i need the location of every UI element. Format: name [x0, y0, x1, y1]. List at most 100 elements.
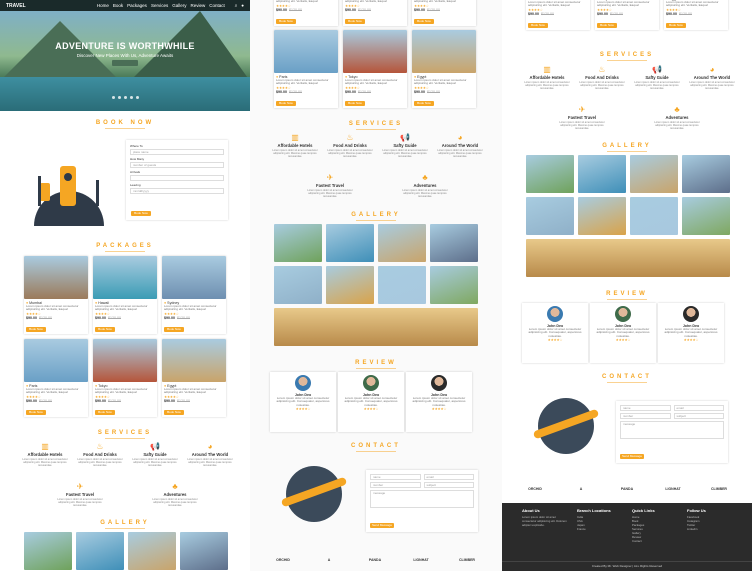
- package-book-button[interactable]: Book Now: [414, 101, 434, 106]
- review-stars: ★★★★☆: [615, 338, 631, 343]
- section-title-services: SERVICES: [0, 430, 250, 439]
- nav-packages[interactable]: Packages: [127, 3, 147, 8]
- plane-icon: ✈: [578, 105, 586, 114]
- gallery-image[interactable]: [682, 155, 730, 193]
- gallery-image[interactable]: [274, 224, 322, 262]
- search-icon[interactable]: ⌕: [235, 3, 238, 8]
- gallery-image[interactable]: [430, 224, 478, 262]
- package-card: ● TokyoLorem ipsum dolor sit amet consec…: [93, 339, 157, 417]
- gallery-image[interactable]: [578, 155, 626, 193]
- message-input[interactable]: message: [370, 490, 474, 508]
- send-message-button[interactable]: Send Message: [620, 454, 644, 459]
- price: $90.00: [345, 89, 356, 94]
- gallery-image[interactable]: [430, 266, 478, 304]
- package-book-button[interactable]: Book Now: [164, 327, 184, 332]
- arrival-input[interactable]: [130, 175, 224, 181]
- nav-review[interactable]: Review: [190, 3, 205, 8]
- footer-quick-link[interactable]: Contact: [632, 539, 677, 543]
- nav-book[interactable]: Book: [113, 3, 123, 8]
- subject-input[interactable]: subject: [673, 413, 724, 419]
- section-title-contact-3: CONTACT: [502, 374, 752, 383]
- gallery-image[interactable]: [630, 197, 678, 235]
- package-book-button[interactable]: Book Now: [345, 101, 365, 106]
- guests-input[interactable]: number of guests: [130, 162, 224, 168]
- gallery-image[interactable]: [682, 197, 730, 235]
- package-image: [24, 256, 88, 299]
- gallery-image[interactable]: [128, 532, 176, 570]
- message-input[interactable]: message: [620, 421, 724, 439]
- gallery-image[interactable]: [326, 266, 374, 304]
- old-price: $120.00: [289, 7, 302, 12]
- page-column-1: TRAVEL Home Book Packages Services Galle…: [0, 0, 250, 571]
- service-item: ▥ Affordable Hotels Lorem ipsum dolor sit …: [20, 443, 70, 468]
- package-book-button[interactable]: Book Now: [276, 101, 296, 106]
- gallery-image[interactable]: [526, 197, 574, 235]
- gallery-image[interactable]: [274, 308, 478, 346]
- service-item: 📢 Safty Guide Lorem ipsum dolor sit amet c…: [380, 134, 430, 159]
- footer-social-link[interactable]: Linkedin: [687, 527, 732, 531]
- gallery-image[interactable]: [378, 224, 426, 262]
- gallery-image[interactable]: [630, 155, 678, 193]
- package-book-button[interactable]: Book Now: [666, 23, 686, 28]
- hero-button[interactable]: [112, 60, 138, 66]
- subject-input[interactable]: subject: [423, 482, 474, 488]
- book-now-button[interactable]: Book Now: [131, 211, 151, 216]
- package-book-button[interactable]: Book Now: [95, 410, 115, 415]
- gallery-image[interactable]: [274, 266, 322, 304]
- nav-gallery[interactable]: Gallery: [172, 3, 186, 8]
- leaving-input[interactable]: mm/dd/yyyy: [130, 188, 224, 194]
- service-title: Around The World: [441, 143, 479, 148]
- package-book-button[interactable]: Book Now: [597, 23, 617, 28]
- old-price: $120.00: [427, 89, 440, 94]
- service-desc: Lorem ipsum dolor sit amet consectetur a…: [437, 149, 483, 158]
- name-input[interactable]: name: [370, 474, 421, 480]
- plane-icon: ✈: [326, 173, 334, 182]
- package-card: ● HawaiiLorem ipsum dolor sit amet conse…: [93, 256, 157, 334]
- service-title: Around The World: [191, 452, 229, 457]
- gallery-image[interactable]: [578, 197, 626, 235]
- package-book-button[interactable]: Book Now: [95, 327, 115, 332]
- review-text: Lorem ipsum dolor sit amet consectetur a…: [344, 396, 398, 407]
- package-card: ● HawaiiLorem ipsum dolor sit amet conse…: [343, 0, 407, 26]
- price: $90.00: [528, 11, 539, 16]
- where-input[interactable]: place name: [130, 149, 224, 155]
- gallery-image[interactable]: [180, 532, 228, 570]
- number-input[interactable]: number: [620, 413, 671, 419]
- contact-form: name email number subject message Send Mes…: [366, 470, 478, 532]
- gallery-image[interactable]: [526, 155, 574, 193]
- gallery-image[interactable]: [326, 224, 374, 262]
- number-input[interactable]: number: [370, 482, 421, 488]
- package-book-button[interactable]: Book Now: [414, 19, 434, 24]
- login-icon[interactable]: ●: [241, 3, 244, 8]
- package-book-button[interactable]: Book Now: [276, 19, 296, 24]
- package-desc: Lorem ipsum dolor sit amet consectetur a…: [276, 78, 329, 86]
- nav-services[interactable]: Services: [151, 3, 168, 8]
- price: $90.00: [414, 7, 425, 12]
- send-message-button[interactable]: Send Message: [370, 523, 394, 528]
- package-book-button[interactable]: Book Now: [26, 327, 46, 332]
- package-book-button[interactable]: Book Now: [164, 410, 184, 415]
- carousel-dots[interactable]: [112, 96, 139, 99]
- package-book-button[interactable]: Book Now: [345, 19, 365, 24]
- nav-contact[interactable]: Contact: [209, 3, 225, 8]
- section-title-contact-2: CONTACT: [250, 443, 502, 452]
- footer-branch-link[interactable]: France: [577, 527, 622, 531]
- service-desc: Lorem ipsum dolor sit amet consectetur a…: [634, 81, 680, 90]
- package-book-button[interactable]: Book Now: [26, 410, 46, 415]
- avatar: [295, 375, 311, 391]
- gallery-image[interactable]: [24, 532, 72, 570]
- service-item: ▥ Affordable Hotels Lorem ipsum dolor sit …: [270, 134, 320, 159]
- package-book-button[interactable]: Book Now: [528, 23, 548, 28]
- gallery-image[interactable]: [378, 266, 426, 304]
- logo[interactable]: TRAVEL: [6, 3, 26, 9]
- package-info: ● MumbaiLorem ipsum dolor sit amet conse…: [276, 0, 336, 12]
- gallery-image[interactable]: [76, 532, 124, 570]
- email-input[interactable]: email: [423, 474, 474, 480]
- nav-home[interactable]: Home: [97, 3, 109, 8]
- email-input[interactable]: email: [673, 405, 724, 411]
- package-info: ● MumbaiLorem ipsum dolor sit amet conse…: [26, 301, 86, 320]
- gallery-image[interactable]: [526, 239, 730, 277]
- package-desc: Lorem ipsum dolor sit amet consectetur a…: [95, 387, 148, 395]
- name-input[interactable]: name: [620, 405, 671, 411]
- price: $90.00: [414, 89, 425, 94]
